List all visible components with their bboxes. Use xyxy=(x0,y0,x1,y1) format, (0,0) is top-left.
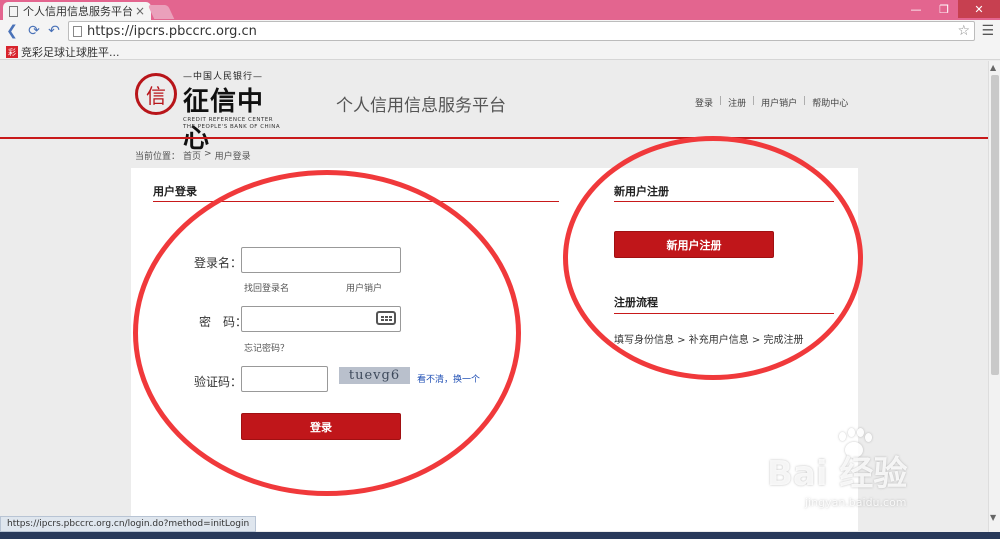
undo-icon[interactable]: ↶ xyxy=(46,23,62,39)
login-button[interactable]: 登录 xyxy=(241,413,401,440)
watermark-url: jingyan.baidu.com xyxy=(805,496,907,509)
top-nav: 登录 | 注册 | 用户销户 | 帮助中心 xyxy=(695,96,848,109)
captcha-input[interactable] xyxy=(241,366,328,392)
page-icon xyxy=(9,5,18,17)
page-icon xyxy=(73,26,82,37)
restore-icon[interactable]: ❐ xyxy=(930,0,958,18)
url-text: https://ipcrs.pbccrc.org.cn xyxy=(87,23,257,39)
header-divider xyxy=(0,137,988,139)
nav-separator: | xyxy=(719,96,723,106)
scroll-down-icon[interactable]: ▼ xyxy=(990,513,996,522)
captcha-refresh-link[interactable]: 看不清，换一个 xyxy=(417,372,480,385)
new-tab-button[interactable] xyxy=(147,5,175,19)
site-header: 信 —中国人民银行— 征信中心 CREDIT REFERENCE CENTER … xyxy=(0,61,988,154)
nav-separator: | xyxy=(752,96,756,106)
browser-menu-icon[interactable]: ☰ xyxy=(981,23,994,39)
captcha-label: 验证码： xyxy=(194,375,243,389)
bookmark-star-icon[interactable]: ☆ xyxy=(957,23,970,39)
minimize-icon[interactable]: — xyxy=(902,0,930,18)
page-scrollbar[interactable]: ▲ ▼ xyxy=(988,61,1000,532)
content-panel: 用户登录 登录名： 找回登录名 用户销户 密 码： 忘记密码？ 验证码： tue… xyxy=(131,168,858,531)
forward-reload-icon[interactable]: ⟳ xyxy=(26,23,42,39)
lottery-icon: 彩 xyxy=(6,46,18,58)
close-window-icon[interactable]: ✕ xyxy=(958,0,1000,18)
status-bar: https://ipcrs.pbccrc.org.cn/login.do?met… xyxy=(0,516,257,532)
breadcrumb-separator: > xyxy=(204,149,212,159)
bookmark-item[interactable]: 彩 竞彩足球让球胜平... xyxy=(6,44,120,60)
browser-toolbar: ❮ ⟳ ↶ https://ipcrs.pbccrc.org.cn ☆ ☰ xyxy=(0,20,1000,42)
nav-separator: | xyxy=(803,96,807,106)
scrollbar-thumb[interactable] xyxy=(991,75,999,375)
nav-cancel-account[interactable]: 用户销户 xyxy=(761,96,797,109)
forgot-password-link[interactable]: 忘记密码？ xyxy=(244,341,289,354)
password-input[interactable] xyxy=(241,306,401,332)
registration-steps: 填写身份信息 > 补充用户信息 > 完成注册 xyxy=(614,335,804,346)
bookmark-label: 竞彩足球让球胜平... xyxy=(21,46,120,59)
window-controls: — ❐ ✕ xyxy=(902,0,1000,18)
logo-en-line-2: THE PEOPLE'S BANK OF CHINA xyxy=(183,124,281,130)
nav-login[interactable]: 登录 xyxy=(695,96,713,109)
tab-close-icon[interactable]: × xyxy=(135,4,145,18)
login-title-underline xyxy=(153,201,559,202)
username-label: 登录名： xyxy=(194,256,243,270)
register-title: 新用户注册 xyxy=(614,185,669,198)
seal-icon: 信 xyxy=(135,73,177,115)
os-taskbar xyxy=(0,532,1000,539)
bookmarks-bar: 彩 竞彩足球让球胜平... xyxy=(0,42,1000,60)
flow-title: 注册流程 xyxy=(614,296,658,309)
breadcrumb-current: 用户登录 xyxy=(214,152,251,162)
browser-tab[interactable]: 个人信用信息服务平台 × xyxy=(3,2,151,20)
address-bar[interactable]: https://ipcrs.pbccrc.org.cn ☆ xyxy=(68,21,975,41)
baidu-watermark: Bai 经验 jingyan.baidu.com xyxy=(757,428,977,518)
status-url: https://ipcrs.pbccrc.org.cn/login.do?met… xyxy=(7,519,250,529)
login-title: 用户登录 xyxy=(153,185,197,198)
register-button[interactable]: 新用户注册 xyxy=(614,231,774,258)
logo-en-line-1: CREDIT REFERENCE CENTER xyxy=(183,117,274,123)
site-title: 个人信用信息服务平台 xyxy=(336,96,506,116)
breadcrumb-label: 当前位置： xyxy=(135,152,181,162)
password-label: 密 码： xyxy=(199,315,248,329)
browser-tab-bar: 个人信用信息服务平台 × — ❐ ✕ xyxy=(0,0,1000,20)
captcha-image[interactable]: tuevg6 xyxy=(339,367,410,384)
keyboard-icon[interactable] xyxy=(376,311,396,325)
back-arrow-icon[interactable]: ❮ xyxy=(4,23,20,39)
tab-title: 个人信用信息服务平台 xyxy=(23,5,133,18)
nav-help[interactable]: 帮助中心 xyxy=(812,96,848,109)
breadcrumb-home[interactable]: 首页 xyxy=(183,149,201,162)
cancel-account-link[interactable]: 用户销户 xyxy=(346,281,382,294)
breadcrumb: 当前位置： 首页 > 用户登录 xyxy=(135,149,251,162)
site-logo[interactable]: 信 —中国人民银行— 征信中心 CREDIT REFERENCE CENTER … xyxy=(135,69,285,154)
watermark-brand: Bai 经验 xyxy=(767,454,908,494)
flow-title-underline xyxy=(614,313,834,314)
scroll-up-icon[interactable]: ▲ xyxy=(990,63,996,72)
username-input[interactable] xyxy=(241,247,401,273)
nav-register[interactable]: 注册 xyxy=(728,96,746,109)
find-username-link[interactable]: 找回登录名 xyxy=(244,281,289,294)
register-title-underline xyxy=(614,201,834,202)
